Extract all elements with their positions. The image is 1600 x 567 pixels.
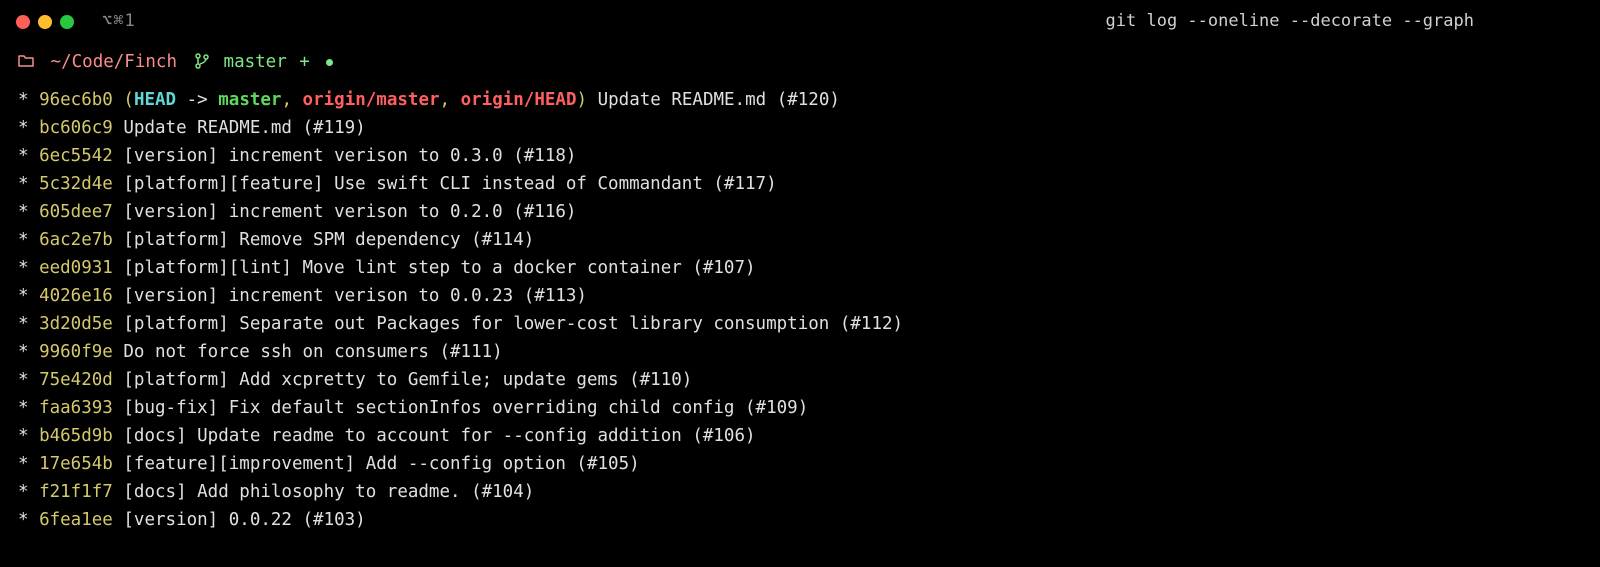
commit-hash: faa6393 — [39, 398, 113, 418]
commit-message: [bug-fix] Fix default sectionInfos overr… — [123, 398, 808, 418]
commit-message: Update README.md (#120) — [598, 90, 840, 110]
commit-message: [platform][feature] Use swift CLI instea… — [123, 174, 776, 194]
commit-message: [version] 0.0.22 (#103) — [123, 510, 365, 530]
commit-line: * bc606c9 Update README.md (#119) — [18, 114, 1582, 142]
git-branch-icon — [195, 52, 220, 72]
commit-hash: bc606c9 — [39, 118, 113, 138]
commit-hash: 4026e16 — [39, 286, 113, 306]
window-controls — [16, 15, 74, 29]
commit-message: [docs] Add philosophy to readme. (#104) — [123, 482, 534, 502]
commit-message: [platform] Separate out Packages for low… — [123, 314, 903, 334]
graph-marker: * — [18, 370, 39, 390]
graph-marker: * — [18, 314, 39, 334]
commit-message: [platform][lint] Move lint step to a doc… — [123, 258, 755, 278]
graph-marker: * — [18, 454, 39, 474]
commit-message: Update README.md (#119) — [123, 118, 365, 138]
ref-separator: , — [281, 90, 302, 110]
commit-hash: 75e420d — [39, 370, 113, 390]
graph-marker: * — [18, 174, 39, 194]
commit-hash: 6fea1ee — [39, 510, 113, 530]
folder-icon — [18, 52, 45, 72]
prompt-line: ~/Code/Finch master + — [0, 44, 1600, 86]
commit-line: * eed0931 [platform][lint] Move lint ste… — [18, 254, 1582, 282]
commit-message: [version] increment verison to 0.2.0 (#1… — [123, 202, 576, 222]
commit-line: * 96ec6b0 (HEAD -> master, origin/master… — [18, 86, 1582, 114]
commit-hash: 17e654b — [39, 454, 113, 474]
branch-segment: master + — [195, 48, 333, 76]
commit-message: [platform] Add xcpretty to Gemfile; upda… — [123, 370, 692, 390]
commit-line: * 3d20d5e [platform] Separate out Packag… — [18, 310, 1582, 338]
commit-line: * 4026e16 [version] increment verison to… — [18, 282, 1582, 310]
commit-message: Do not force ssh on consumers (#111) — [123, 342, 502, 362]
commit-message: [platform] Remove SPM dependency (#114) — [123, 230, 534, 250]
graph-marker: * — [18, 286, 39, 306]
commit-line: * b465d9b [docs] Update readme to accoun… — [18, 422, 1582, 450]
graph-marker: * — [18, 230, 39, 250]
commit-line: * 75e420d [platform] Add xcpretty to Gem… — [18, 366, 1582, 394]
cwd-path: ~/Code/Finch — [51, 52, 177, 72]
minimize-icon[interactable] — [38, 15, 52, 29]
graph-marker: * — [18, 258, 39, 278]
decoration-close: ) — [577, 90, 588, 110]
graph-marker: * — [18, 118, 39, 138]
ref-remote: origin/HEAD — [461, 90, 577, 110]
graph-marker: * — [18, 146, 39, 166]
graph-marker: * — [18, 482, 39, 502]
commit-hash: 9960f9e — [39, 342, 113, 362]
commit-message: [feature][improvement] Add --config opti… — [123, 454, 639, 474]
window-title: git log --oneline --decorate --graph — [136, 8, 1584, 35]
commit-hash: 96ec6b0 — [39, 90, 113, 110]
decoration-open: ( — [123, 90, 134, 110]
commit-hash: eed0931 — [39, 258, 113, 278]
status-dot-icon — [326, 59, 333, 66]
ref-separator: , — [440, 90, 461, 110]
commit-hash: 6ac2e7b — [39, 230, 113, 250]
commit-hash: 5c32d4e — [39, 174, 113, 194]
commit-hash: f21f1f7 — [39, 482, 113, 502]
commit-line: * 6ec5542 [version] increment verison to… — [18, 142, 1582, 170]
tab-indicator: ⌥⌘1 — [102, 8, 136, 35]
ref-head: HEAD — [134, 90, 176, 110]
commit-line: * faa6393 [bug-fix] Fix default sectionI… — [18, 394, 1582, 422]
commit-line: * f21f1f7 [docs] Add philosophy to readm… — [18, 478, 1582, 506]
ref-remote: origin/master — [303, 90, 440, 110]
commit-line: * 5c32d4e [platform][feature] Use swift … — [18, 170, 1582, 198]
commit-message: [docs] Update readme to account for --co… — [123, 426, 755, 446]
commit-hash: 6ec5542 — [39, 146, 113, 166]
branch-status: + — [299, 52, 310, 72]
graph-marker: * — [18, 202, 39, 222]
zoom-icon[interactable] — [60, 15, 74, 29]
commit-line: * 6ac2e7b [platform] Remove SPM dependen… — [18, 226, 1582, 254]
commit-message: [version] increment verison to 0.3.0 (#1… — [123, 146, 576, 166]
commit-line: * 6fea1ee [version] 0.0.22 (#103) — [18, 506, 1582, 534]
git-log-output[interactable]: * 96ec6b0 (HEAD -> master, origin/master… — [0, 86, 1600, 534]
cwd-segment: ~/Code/Finch — [18, 48, 177, 76]
graph-marker: * — [18, 510, 39, 530]
commit-hash: 605dee7 — [39, 202, 113, 222]
graph-marker: * — [18, 398, 39, 418]
graph-marker: * — [18, 426, 39, 446]
commit-line: * 9960f9e Do not force ssh on consumers … — [18, 338, 1582, 366]
graph-marker: * — [18, 342, 39, 362]
ref-arrow: -> — [176, 90, 218, 110]
graph-marker: * — [18, 90, 39, 110]
commit-line: * 605dee7 [version] increment verison to… — [18, 198, 1582, 226]
commit-line: * 17e654b [feature][improvement] Add --c… — [18, 450, 1582, 478]
commit-message: [version] increment verison to 0.0.23 (#… — [123, 286, 587, 306]
branch-name: master — [224, 52, 287, 72]
close-icon[interactable] — [16, 15, 30, 29]
commit-hash: b465d9b — [39, 426, 113, 446]
ref-branch: master — [218, 90, 281, 110]
commit-hash: 3d20d5e — [39, 314, 113, 334]
titlebar: ⌥⌘1 git log --oneline --decorate --graph — [0, 0, 1600, 44]
